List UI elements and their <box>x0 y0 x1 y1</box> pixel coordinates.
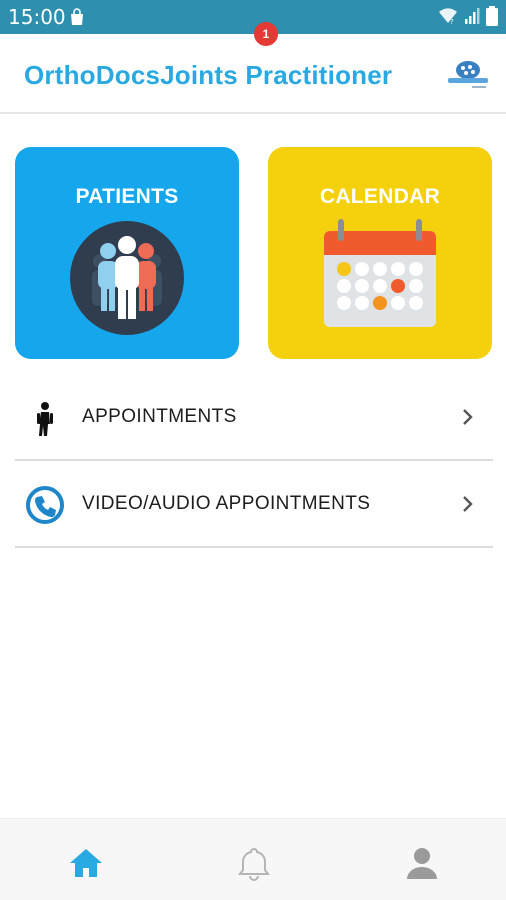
wifi-icon: ? <box>439 8 457 25</box>
battery-icon <box>486 6 498 26</box>
menu-list: APPOINTMENTS VIDEO/AUDIO APPOINTMENTS <box>15 374 493 548</box>
bell-icon[interactable] <box>234 843 274 883</box>
home-icon[interactable] <box>66 843 106 883</box>
signal-icon <box>465 8 480 24</box>
status-time: 15:00 <box>8 5 66 29</box>
shopping-bag-icon <box>71 8 83 25</box>
patients-group-icon <box>70 221 184 335</box>
calendar-tile-label: CALENDAR <box>319 185 441 208</box>
video-audio-appointments-label: VIDEO/AUDIO APPOINTMENTS <box>82 493 371 514</box>
app-bar: OrthoDocsJoints Practitioner <box>0 34 506 114</box>
app-title: OrthoDocsJoints Practitioner <box>24 60 393 90</box>
appointments-row[interactable]: APPOINTMENTS <box>15 374 493 461</box>
svg-text:?: ? <box>450 18 454 25</box>
profile-icon[interactable] <box>402 843 442 883</box>
chevron-right-icon <box>463 409 473 425</box>
calendar-tile[interactable]: CALENDAR <box>268 147 492 359</box>
video-audio-appointments-row[interactable]: VIDEO/AUDIO APPOINTMENTS <box>15 461 493 548</box>
chevron-right-icon <box>463 496 473 512</box>
walking-person-icon <box>37 402 53 436</box>
status-bar: 15:00 ? <box>0 0 506 34</box>
phone-call-icon <box>26 486 64 524</box>
brand-logo-icon <box>448 61 488 88</box>
patients-tile[interactable]: PATIENTS <box>15 147 239 359</box>
calendar-icon <box>324 219 436 327</box>
notification-badge: 1 <box>254 22 278 46</box>
appointments-label: APPOINTMENTS <box>82 406 237 427</box>
bottom-navigation <box>0 818 506 900</box>
patients-tile-label: PATIENTS <box>75 185 179 208</box>
